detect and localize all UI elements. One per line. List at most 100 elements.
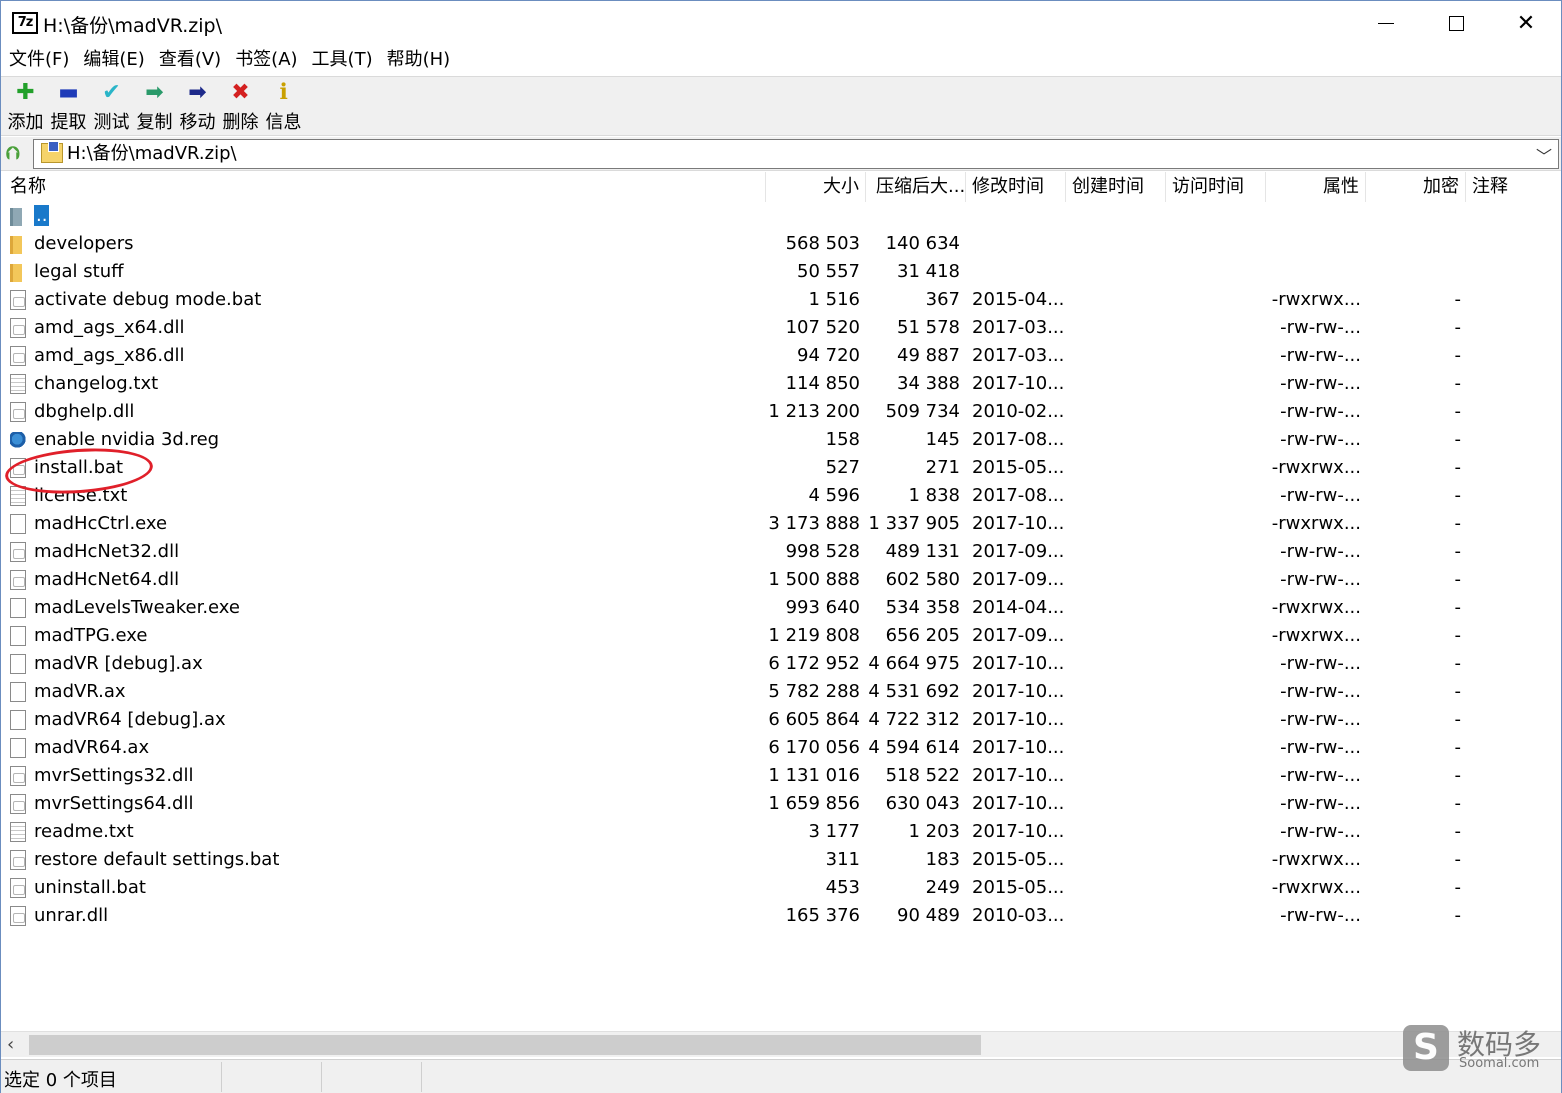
- file-row[interactable]: madHcNet32.dll 998 528 489 131 2017-09... -r…: [1, 538, 1561, 566]
- file-icon-cell: [10, 258, 30, 286]
- menu-view[interactable]: 查看(V): [152, 45, 228, 75]
- file-name: mvrSettings32.dll: [34, 762, 754, 790]
- file-name: dbghelp.dll: [34, 398, 754, 426]
- file-packed-size-text: 271: [925, 457, 960, 478]
- file-row[interactable]: madVR64.ax 6 170 056 4 594 614 2017-10... -r…: [1, 734, 1561, 762]
- file-encrypted-text: -: [1454, 597, 1462, 618]
- delete-button[interactable]: ✖ 删除: [219, 77, 262, 135]
- file-row[interactable]: mvrSettings32.dll 1 131 016 518 522 2017-10…: [1, 762, 1561, 790]
- file-row[interactable]: readme.txt 3 177 1 203 2017-10... -rw-rw-...…: [1, 818, 1561, 846]
- address-input[interactable]: [67, 140, 1527, 168]
- info-button[interactable]: ℹ 信息: [262, 77, 305, 135]
- file-encrypted-text: -: [1454, 849, 1462, 870]
- file-packed-size: 271: [866, 454, 960, 482]
- test-button[interactable]: ✔ 测试: [90, 77, 133, 135]
- column-comment[interactable]: 注释: [1466, 172, 1561, 202]
- file-row[interactable]: legal stuff 50 557 31 418: [1, 258, 1561, 286]
- file-modified-text: 2017-03...: [972, 345, 1064, 366]
- column-attributes[interactable]: 属性: [1266, 172, 1366, 202]
- file-packed-size: 509 734: [866, 398, 960, 426]
- file-row[interactable]: developers 568 503 140 634: [1, 230, 1561, 258]
- extract-button[interactable]: ▬ 提取: [47, 77, 90, 135]
- file-row[interactable]: amd_ags_x86.dll 94 720 49 887 2017-03... -rw…: [1, 342, 1561, 370]
- file-row[interactable]: ..: [1, 202, 1561, 230]
- file-row[interactable]: uninstall.bat 453 249 2015-05... -rwxrwx... -: [1, 874, 1561, 902]
- file-row[interactable]: madVR [debug].ax 6 172 952 4 664 975 2017-1…: [1, 650, 1561, 678]
- column-accessed[interactable]: 访问时间: [1166, 172, 1266, 202]
- parent-folder-icon: [10, 208, 22, 226]
- menu-help[interactable]: 帮助(H): [380, 45, 458, 75]
- file-row[interactable]: madLevelsTweaker.exe 993 640 534 358 2014-0…: [1, 594, 1561, 622]
- file-size-text: 50 557: [797, 261, 860, 282]
- file-modified-text: 2017-10...: [972, 373, 1064, 394]
- toolbar-label: 提取: [50, 112, 87, 133]
- file-packed-size-text: 51 578: [897, 317, 960, 338]
- file-row[interactable]: madVR.ax 5 782 288 4 531 692 2017-10... -rw-…: [1, 678, 1561, 706]
- file-row[interactable]: madTPG.exe 1 219 808 656 205 2017-09... -rwx…: [1, 622, 1561, 650]
- maximize-button[interactable]: [1421, 1, 1491, 45]
- file-row[interactable]: amd_ags_x64.dll 107 520 51 578 2017-03... -r…: [1, 314, 1561, 342]
- file-row[interactable]: dbghelp.dll 1 213 200 509 734 2010-02... -rw…: [1, 398, 1561, 426]
- horizontal-scrollbar[interactable]: ‹: [1, 1031, 1561, 1057]
- scroll-left-icon[interactable]: ‹: [7, 1034, 14, 1055]
- move-button[interactable]: ➡ 移动: [176, 77, 219, 135]
- file-name: enable nvidia 3d.reg: [34, 426, 754, 454]
- file-modified-text: 2017-10...: [972, 765, 1064, 786]
- file-modified-text: 2017-10...: [972, 737, 1064, 758]
- file-name: restore default settings.bat: [34, 846, 754, 874]
- file-size-text: 453: [825, 877, 860, 898]
- menu-bookmarks[interactable]: 书签(A): [228, 45, 304, 75]
- file-attributes-text: -rw-rw-...: [1280, 821, 1361, 842]
- scrollbar-thumb[interactable]: [29, 1035, 981, 1055]
- file-icon: [10, 458, 26, 478]
- file-packed-size: 34 388: [866, 370, 960, 398]
- menu-file[interactable]: 文件(F): [1, 45, 76, 75]
- file-packed-size: 1 337 905: [866, 510, 960, 538]
- file-size: 1 213 200: [766, 398, 860, 426]
- file-icon-cell: [10, 538, 30, 566]
- file-name: uninstall.bat: [34, 874, 754, 902]
- column-name[interactable]: 名称: [4, 172, 766, 202]
- column-modified[interactable]: 修改时间: [966, 172, 1066, 202]
- file-packed-size-text: 31 418: [897, 261, 960, 282]
- file-row[interactable]: activate debug mode.bat 1 516 367 2015-04..…: [1, 286, 1561, 314]
- column-packed-size[interactable]: 压缩后大...: [866, 172, 966, 202]
- status-divider: [221, 1062, 222, 1092]
- file-attributes: [1266, 258, 1361, 286]
- copy-button[interactable]: ➡ 复制: [133, 77, 176, 135]
- file-row[interactable]: madHcNet64.dll 1 500 888 602 580 2017-09...…: [1, 566, 1561, 594]
- file-row[interactable]: restore default settings.bat 311 183 2015-0…: [1, 846, 1561, 874]
- file-modified: 2017-08...: [972, 482, 1064, 510]
- file-encrypted-text: -: [1454, 905, 1462, 926]
- file-size: 6 170 056: [766, 734, 860, 762]
- close-button[interactable]: ✕: [1491, 1, 1561, 45]
- file-row[interactable]: install.bat 527 271 2015-05... -rwxrwx... -: [1, 454, 1561, 482]
- file-attributes: -rwxrwx...: [1266, 874, 1361, 902]
- add-button[interactable]: ✚ 添加: [4, 77, 47, 135]
- file-row[interactable]: unrar.dll 165 376 90 489 2010-03... -rw-rw-.…: [1, 902, 1561, 930]
- file-row[interactable]: madHcCtrl.exe 3 173 888 1 337 905 2017-10..…: [1, 510, 1561, 538]
- chevron-down-icon[interactable]: ﹀: [1536, 143, 1552, 167]
- column-size[interactable]: 大小: [766, 172, 866, 202]
- file-name: ..: [34, 202, 754, 230]
- file-icon: [10, 570, 26, 590]
- file-row[interactable]: mvrSettings64.dll 1 659 856 630 043 2017-10…: [1, 790, 1561, 818]
- column-created[interactable]: 创建时间: [1066, 172, 1166, 202]
- column-encrypted[interactable]: 加密: [1366, 172, 1466, 202]
- file-row[interactable]: changelog.txt 114 850 34 388 2017-10... -rw-…: [1, 370, 1561, 398]
- menu-tools[interactable]: 工具(T): [305, 45, 380, 75]
- file-row[interactable]: enable nvidia 3d.reg 158 145 2017-08... -rw-…: [1, 426, 1561, 454]
- file-packed-size: 183: [866, 846, 960, 874]
- file-attributes-text: -rw-rw-...: [1280, 401, 1361, 422]
- file-row[interactable]: madVR64 [debug].ax 6 605 864 4 722 312 2017…: [1, 706, 1561, 734]
- file-packed-size: 249: [866, 874, 960, 902]
- window-title: H:\备份\madVR.zip\: [43, 15, 222, 37]
- file-size-text: 568 503: [785, 233, 860, 254]
- file-attributes-text: -rwxrwx...: [1271, 597, 1361, 618]
- file-row[interactable]: license.txt 4 596 1 838 2017-08... -rw-rw-..…: [1, 482, 1561, 510]
- file-attributes-text: -rw-rw-...: [1280, 681, 1361, 702]
- up-folder-icon[interactable]: ⮉: [6, 143, 20, 164]
- menu-edit[interactable]: 编辑(E): [76, 45, 151, 75]
- file-name: madHcNet32.dll: [34, 538, 754, 566]
- minimize-button[interactable]: [1351, 1, 1421, 45]
